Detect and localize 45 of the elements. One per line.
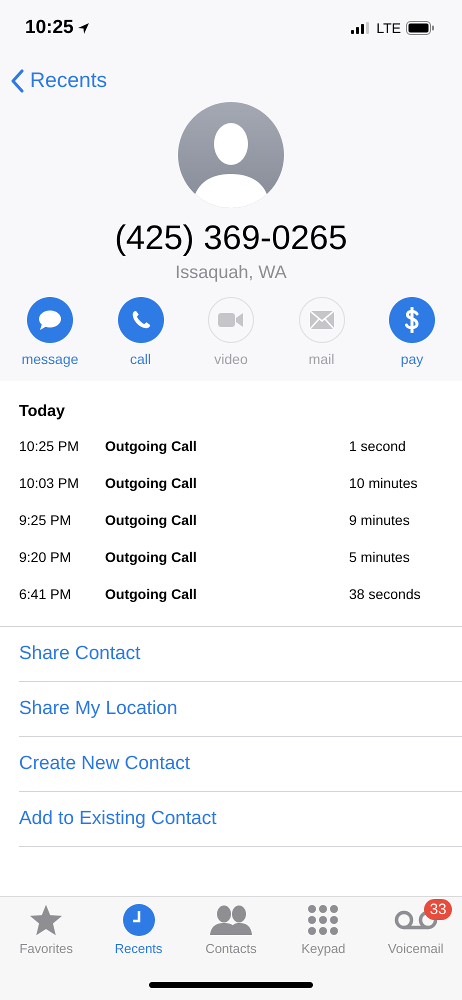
battery-icon — [406, 21, 434, 35]
action-link[interactable]: Add to Existing Contact — [19, 792, 462, 847]
call-duration: 1 second — [349, 438, 406, 454]
network-label: LTE — [376, 20, 401, 36]
tab-item[interactable]: Recents — [96, 903, 182, 956]
action-link[interactable]: Share Contact — [19, 627, 462, 682]
call-duration: 38 seconds — [349, 586, 421, 602]
video-camera-icon — [218, 312, 244, 328]
call-time: 10:03 PM — [19, 474, 80, 490]
keypad-icon — [307, 904, 340, 936]
message-button[interactable]: message — [14, 297, 86, 367]
section-heading: Today — [19, 403, 66, 421]
call-time: 6:41 PM — [19, 586, 72, 602]
signal-icon — [351, 22, 372, 34]
call-button[interactable]: call — [104, 297, 176, 367]
tab-item[interactable]: Contacts — [188, 903, 274, 956]
notification-badge: 33 — [424, 899, 452, 920]
contact-location: Issaquah, WA — [175, 262, 287, 283]
call-time: 9:25 PM — [19, 512, 72, 528]
clock-icon — [122, 904, 155, 936]
back-button[interactable]: Recents — [10, 69, 108, 93]
call-type: Outgoing Call — [105, 512, 198, 528]
call-duration: 9 minutes — [349, 512, 410, 528]
call-type: Outgoing Call — [105, 548, 198, 564]
speech-bubble-icon — [38, 309, 62, 331]
call-duration: 5 minutes — [349, 548, 410, 564]
action-link[interactable]: Share My Location — [19, 682, 462, 737]
people-icon — [210, 905, 252, 935]
action-link[interactable]: Create New Contact — [19, 737, 462, 792]
pay-button[interactable]: pay — [376, 297, 448, 367]
location-arrow-icon — [76, 22, 90, 34]
envelope-icon — [310, 311, 334, 329]
call-type: Outgoing Call — [105, 474, 198, 490]
tab-item[interactable]: Favorites — [3, 903, 90, 956]
call-time: 9:20 PM — [19, 548, 72, 564]
call-time: 10:25 PM — [19, 438, 80, 454]
tab-item[interactable]: Keypad — [280, 903, 366, 956]
star-icon — [29, 904, 64, 936]
status-time: 10:25 — [25, 17, 74, 39]
dollar-icon — [404, 307, 420, 333]
call-type: Outgoing Call — [105, 438, 198, 454]
call-type: Outgoing Call — [105, 586, 198, 602]
chevron-left-icon — [10, 69, 24, 93]
phone-number: (425) 369-0265 — [114, 219, 348, 258]
call-duration: 10 minutes — [349, 474, 418, 490]
